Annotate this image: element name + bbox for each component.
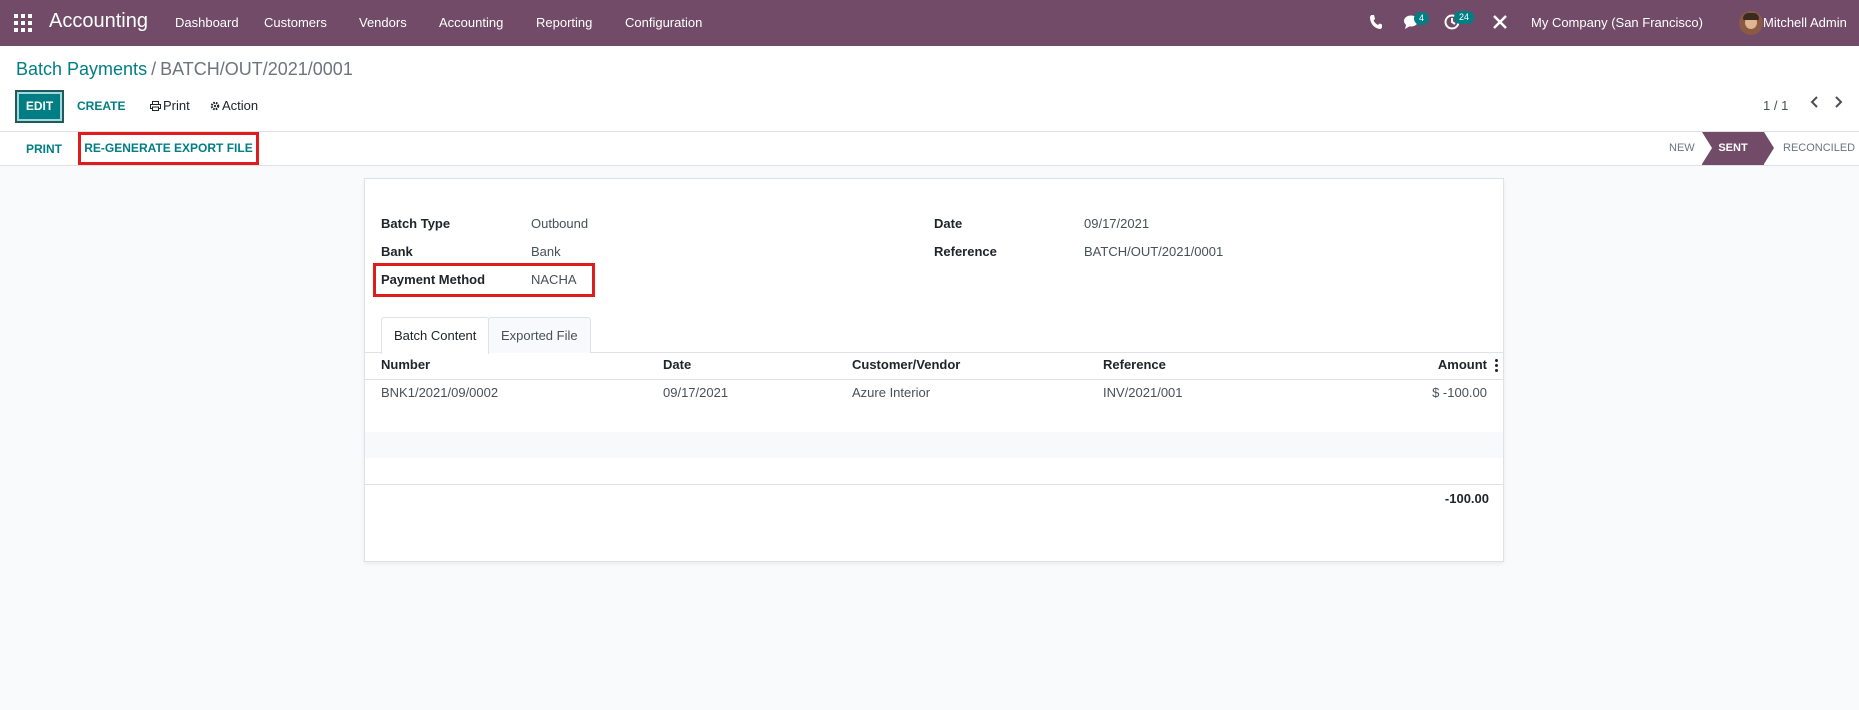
date-label: Date bbox=[934, 216, 963, 231]
cell-customer-vendor: Azure Interior bbox=[852, 385, 931, 400]
table-header-divider bbox=[365, 379, 1503, 380]
form-sheet: Batch Type Outbound Bank Bank Payment Me… bbox=[364, 178, 1504, 562]
payment-method-value: NACHA bbox=[531, 272, 577, 287]
breadcrumb-separator: / bbox=[151, 59, 157, 79]
menu-vendors[interactable]: Vendors bbox=[359, 15, 407, 30]
user-menu[interactable]: Mitchell Admin bbox=[1763, 15, 1847, 30]
bank-value[interactable]: Bank bbox=[531, 244, 561, 259]
print-dropdown[interactable]: Print bbox=[150, 98, 190, 113]
activities-badge: 24 bbox=[1454, 11, 1475, 24]
reference-value: BATCH/OUT/2021/0001 bbox=[1084, 244, 1224, 259]
printer-icon bbox=[150, 101, 161, 111]
column-header-customer-vendor[interactable]: Customer/Vendor bbox=[852, 357, 960, 372]
total-amount: -100.00 bbox=[1444, 491, 1489, 506]
breadcrumb: Batch Payments / BATCH/OUT/2021/0001 bbox=[16, 59, 353, 80]
column-header-number[interactable]: Number bbox=[381, 357, 430, 372]
cell-reference: INV/2021/001 bbox=[1103, 385, 1183, 400]
print-button[interactable]: PRINT bbox=[26, 142, 62, 156]
app-brand[interactable]: Accounting bbox=[49, 10, 148, 33]
date-value: 09/17/2021 bbox=[1084, 216, 1150, 231]
reference-label: Reference bbox=[934, 244, 997, 259]
pager-next-icon[interactable] bbox=[1833, 95, 1843, 114]
batch-type-label: Batch Type bbox=[381, 216, 451, 231]
action-label: Action bbox=[222, 98, 259, 113]
user-avatar[interactable] bbox=[1739, 11, 1763, 35]
print-label: Print bbox=[163, 98, 190, 113]
cell-date: 09/17/2021 bbox=[663, 385, 729, 400]
column-header-date[interactable]: Date bbox=[663, 357, 691, 372]
phone-icon[interactable] bbox=[1369, 14, 1383, 33]
breadcrumb-current: BATCH/OUT/2021/0001 bbox=[160, 59, 353, 79]
messages-badge: 4 bbox=[1414, 12, 1430, 25]
empty-row bbox=[365, 432, 1503, 458]
menu-customers[interactable]: Customers bbox=[264, 15, 327, 30]
column-header-reference[interactable]: Reference bbox=[1103, 357, 1166, 372]
status-bar: PRINT RE-GENERATE EXPORT FILE NEW SENT R… bbox=[0, 132, 1859, 166]
menu-accounting[interactable]: Accounting bbox=[439, 15, 503, 30]
batch-type-value: Outbound bbox=[531, 216, 589, 231]
menu-dashboard[interactable]: Dashboard bbox=[175, 15, 239, 30]
pager-previous-icon[interactable] bbox=[1810, 95, 1820, 114]
tab-batch-content[interactable]: Batch Content bbox=[381, 317, 490, 354]
table-footer-divider bbox=[365, 484, 1503, 485]
stage-reconciled[interactable]: RECONCILED bbox=[1783, 132, 1855, 165]
column-header-amount[interactable]: Amount bbox=[1438, 357, 1487, 372]
top-navbar: Accounting Dashboard Customers Vendors A… bbox=[0, 0, 1859, 46]
tab-exported-file[interactable]: Exported File bbox=[488, 317, 591, 353]
control-panel: Batch Payments / BATCH/OUT/2021/0001 EDIT … bbox=[0, 46, 1859, 132]
create-button[interactable]: CREATE bbox=[77, 99, 125, 113]
edit-button[interactable]: EDIT bbox=[15, 90, 64, 123]
cell-amount: $ -100.00 bbox=[1432, 385, 1487, 400]
notebook-tabs: Batch Content Exported File bbox=[365, 317, 1503, 354]
apps-grid-icon[interactable] bbox=[14, 14, 32, 32]
pager-value[interactable]: 1 / 1 bbox=[1763, 98, 1788, 113]
regenerate-export-file-button[interactable]: RE-GENERATE EXPORT FILE bbox=[78, 132, 259, 165]
menu-configuration[interactable]: Configuration bbox=[625, 15, 702, 30]
breadcrumb-batch-payments[interactable]: Batch Payments bbox=[16, 59, 147, 79]
menu-reporting[interactable]: Reporting bbox=[536, 15, 592, 30]
close-icon[interactable] bbox=[1493, 15, 1507, 32]
cell-number: BNK1/2021/09/0002 bbox=[381, 385, 499, 400]
stage-sent[interactable]: SENT bbox=[1702, 132, 1774, 165]
bank-label: Bank bbox=[381, 244, 413, 259]
company-switcher[interactable]: My Company (San Francisco) bbox=[1531, 15, 1703, 30]
stage-new[interactable]: NEW bbox=[1669, 132, 1695, 165]
gear-icon bbox=[210, 101, 220, 111]
optional-columns-icon[interactable] bbox=[1494, 358, 1498, 372]
action-dropdown[interactable]: Action bbox=[210, 98, 258, 113]
payment-method-label: Payment Method bbox=[381, 272, 486, 287]
